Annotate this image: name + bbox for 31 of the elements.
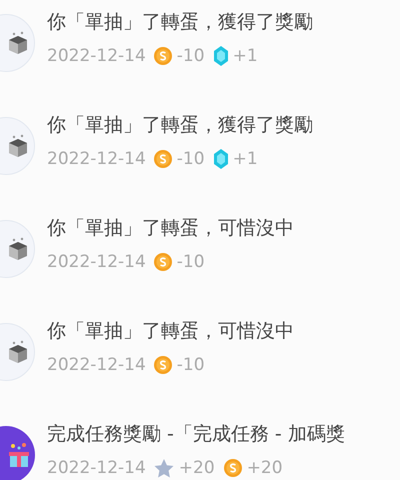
record-title: 完成任務獎勵 -「完成任務 - 加碼獎 xyxy=(47,422,345,447)
coin-icon xyxy=(154,150,172,168)
box-icon xyxy=(6,340,30,364)
coin-icon xyxy=(224,459,242,477)
box-icon xyxy=(6,237,30,261)
record-date: 2022-12-14 xyxy=(47,46,146,66)
record-date: 2022-12-14 xyxy=(47,149,146,169)
coin-icon xyxy=(154,253,172,271)
box-icon xyxy=(6,134,30,158)
reward-amount: -10 xyxy=(176,252,205,272)
gem-icon xyxy=(214,46,228,66)
record-date: 2022-12-14 xyxy=(47,252,146,272)
reward-amount: -10 xyxy=(176,149,205,169)
record-title: 你「單抽」了轉蛋，可惜沒中 xyxy=(47,319,294,344)
record-date: 2022-12-14 xyxy=(47,458,146,478)
record-title: 你「單抽」了轉蛋，獲得了獎勵 xyxy=(47,113,313,138)
coin-icon xyxy=(154,356,172,374)
reward-amount: -10 xyxy=(176,355,205,375)
reward-amount: +1 xyxy=(232,46,258,66)
reward-amount: +20 xyxy=(178,458,215,478)
reward-amount: -10 xyxy=(176,46,205,66)
reward-amount: +20 xyxy=(246,458,283,478)
record-date: 2022-12-14 xyxy=(47,355,146,375)
coin-icon xyxy=(154,47,172,65)
gift-icon xyxy=(7,442,31,468)
box-icon xyxy=(6,31,30,55)
gem-icon xyxy=(214,149,228,169)
record-title: 你「單抽」了轉蛋，可惜沒中 xyxy=(47,216,294,241)
reward-amount: +1 xyxy=(232,149,258,169)
record-title: 你「單抽」了轉蛋，獲得了獎勵 xyxy=(47,10,313,35)
star-icon xyxy=(154,458,174,478)
